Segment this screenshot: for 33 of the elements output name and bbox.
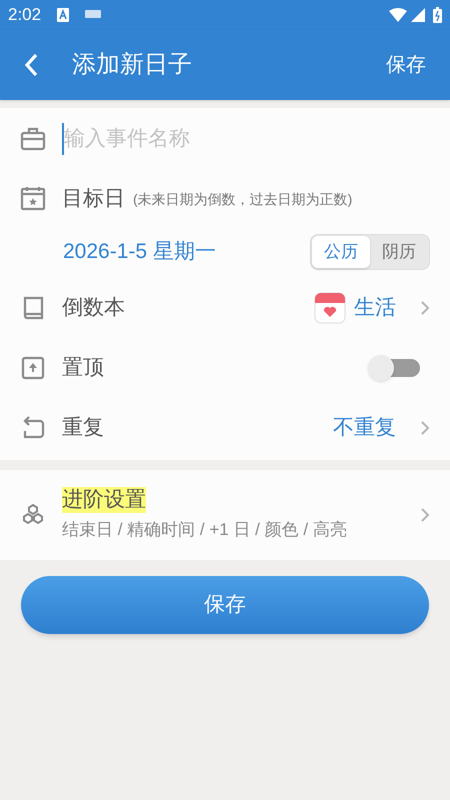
notebook-label: 倒数本 bbox=[62, 295, 126, 322]
notebook-row[interactable]: 倒数本 生活 bbox=[0, 276, 450, 340]
selected-date[interactable]: 2026-1-5 星期一 bbox=[63, 236, 216, 268]
event-name-field[interactable]: 输入事件名称 bbox=[62, 123, 430, 155]
repeat-row[interactable]: 重复 不重复 bbox=[0, 396, 450, 460]
calendar-type-tab[interactable]: 公历 bbox=[312, 236, 370, 268]
briefcase-icon bbox=[20, 126, 46, 152]
page-title: 添加新日子 bbox=[72, 50, 192, 80]
pin-label: 置顶 bbox=[62, 355, 105, 382]
target-date-label: 目标日 bbox=[62, 186, 125, 212]
save-button[interactable]: 保存 bbox=[21, 576, 429, 634]
back-icon bbox=[24, 53, 38, 77]
header-save-button[interactable]: 保存 bbox=[386, 50, 426, 80]
notebook-value: 生活 bbox=[354, 295, 396, 322]
status-time: 2:02 bbox=[8, 4, 42, 26]
repeat-value: 不重复 bbox=[333, 415, 396, 442]
pin-switch[interactable] bbox=[368, 354, 422, 382]
signal-icon bbox=[411, 8, 425, 22]
calendar-type-tab[interactable]: 阴历 bbox=[370, 236, 428, 268]
battery-icon bbox=[433, 7, 442, 23]
chevron-right-icon bbox=[420, 300, 430, 316]
wifi-icon bbox=[389, 8, 407, 22]
keyboard-app-icon bbox=[57, 8, 70, 22]
repeat-label: 重复 bbox=[62, 415, 105, 442]
chevron-right-icon bbox=[420, 507, 430, 523]
advanced-settings-title: 进阶设置 bbox=[62, 487, 146, 514]
advanced-settings-subtitle: 结束日 / 精确时间 / +1 日 / 颜色 / 高亮 bbox=[62, 519, 348, 542]
keyboard-icon bbox=[85, 10, 102, 20]
heart-calendar-icon bbox=[314, 292, 346, 324]
chevron-right-icon bbox=[420, 420, 430, 436]
advanced-settings-row[interactable]: 进阶设置 结束日 / 精确时间 / +1 日 / 颜色 / 高亮 bbox=[0, 470, 450, 560]
target-date-hint: (未来日期为倒数，过去日期为正数) bbox=[133, 190, 352, 209]
pin-top-icon bbox=[20, 355, 46, 381]
